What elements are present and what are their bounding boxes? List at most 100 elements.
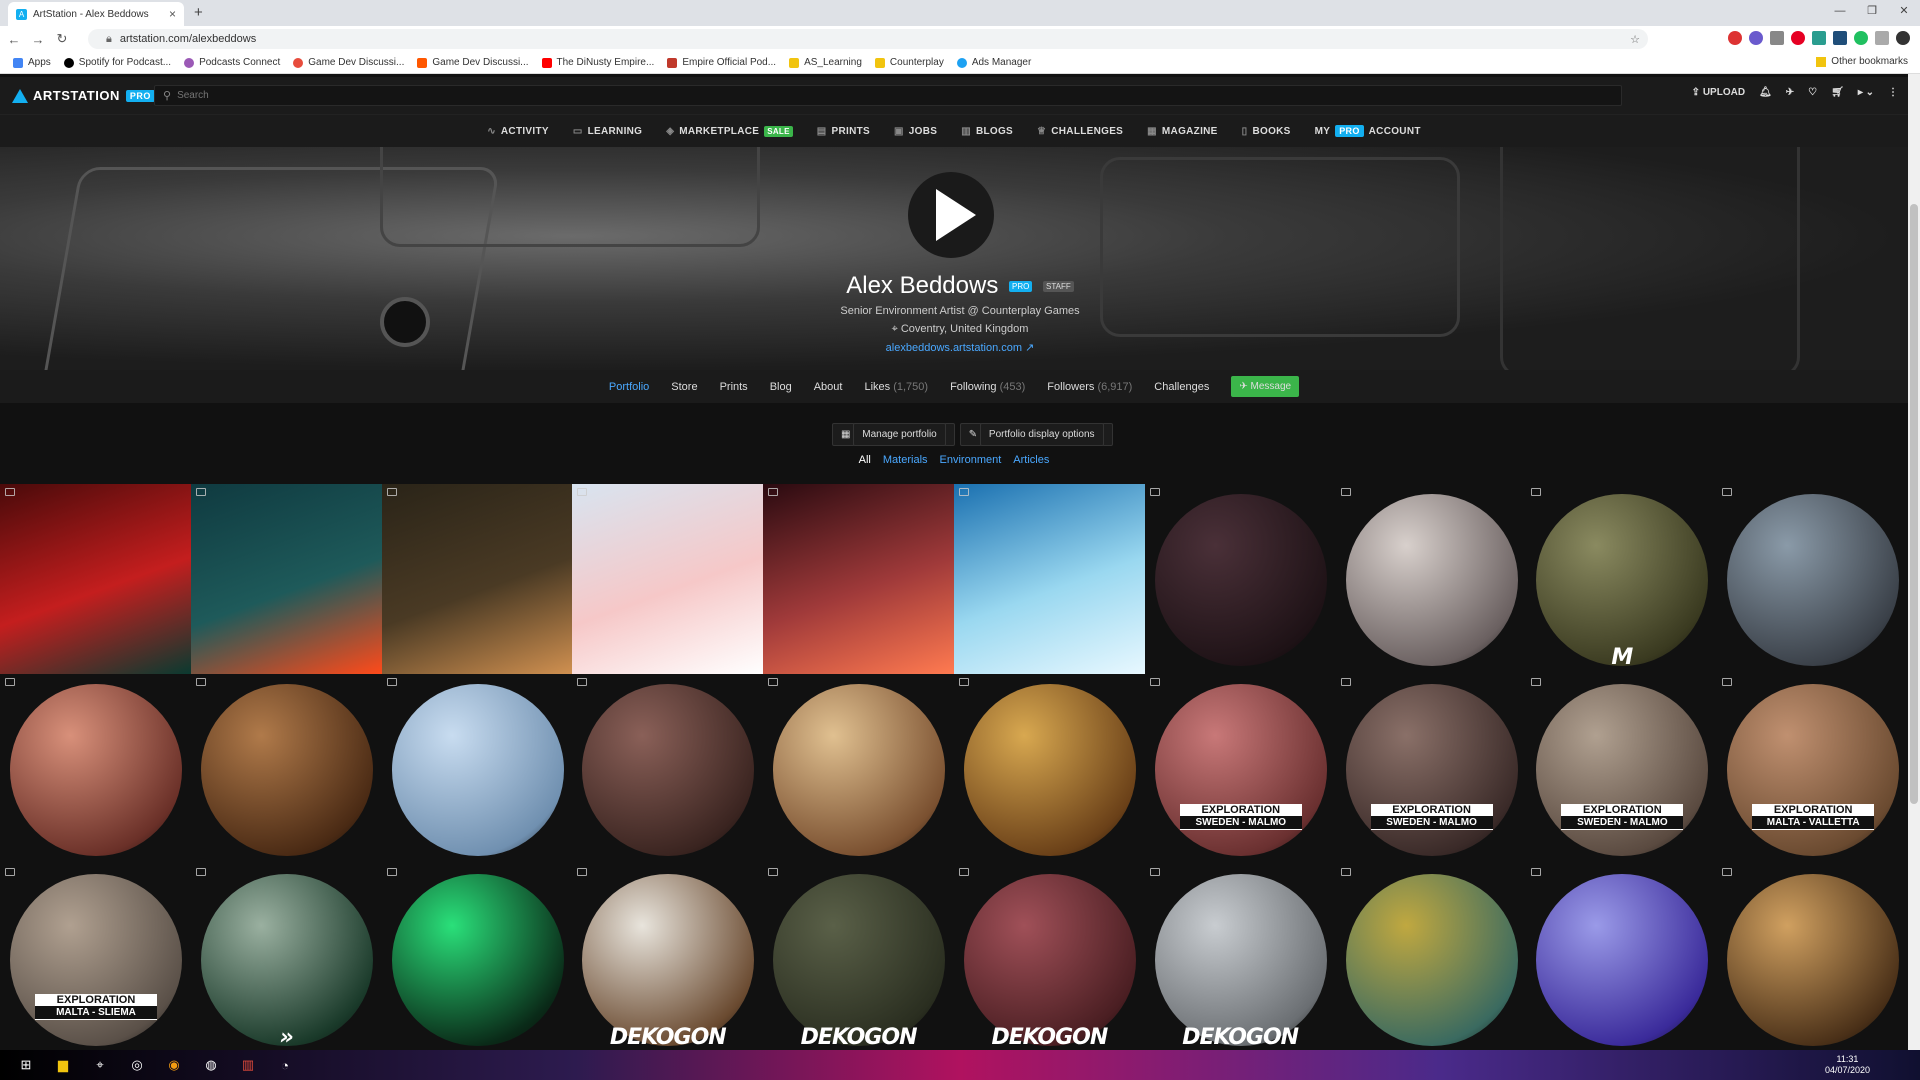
portfolio-tile[interactable]: DEKOGON bbox=[572, 864, 764, 1054]
bookmark-star-icon[interactable]: ☆ bbox=[1630, 33, 1640, 46]
tab-followers[interactable]: Followers (6,917) bbox=[1047, 381, 1132, 393]
menu-jobs[interactable]: ▣ JOBS bbox=[894, 126, 937, 137]
portfolio-display-options-button[interactable]: ✎ Portfolio display options bbox=[959, 423, 1113, 446]
search-box[interactable]: ⚲ bbox=[154, 85, 1622, 106]
extension-icon[interactable] bbox=[1812, 31, 1826, 45]
app-icon[interactable]: ▥ bbox=[237, 1056, 259, 1074]
bookmark-apps[interactable]: Apps bbox=[13, 57, 51, 68]
portfolio-tile[interactable]: EXPLORATION MALTA - SLIEMA bbox=[0, 864, 191, 1054]
bookmark-item[interactable]: Podcasts Connect bbox=[184, 57, 280, 68]
filter-all[interactable]: All bbox=[859, 454, 871, 466]
tab-challenges[interactable]: Challenges bbox=[1154, 381, 1209, 393]
menu-learning[interactable]: ▭ LEARNING bbox=[573, 126, 642, 137]
file-explorer-icon[interactable]: ▆ bbox=[52, 1056, 74, 1074]
portfolio-tile[interactable] bbox=[1526, 864, 1718, 1054]
scrollbar-thumb[interactable] bbox=[1910, 204, 1918, 804]
portfolio-tile[interactable]: EXPLORATION SWEDEN - MALMO bbox=[1526, 674, 1718, 864]
tab-blog[interactable]: Blog bbox=[770, 381, 792, 393]
portfolio-tile[interactable]: EXPLORATION SWEDEN - MALMO bbox=[1335, 674, 1527, 864]
close-window-icon[interactable]: ✕ bbox=[1888, 0, 1920, 24]
portfolio-tile[interactable] bbox=[0, 484, 191, 674]
filter-articles[interactable]: Articles bbox=[1013, 454, 1049, 466]
portfolio-tile[interactable] bbox=[1144, 484, 1336, 674]
extension-icon[interactable] bbox=[1749, 31, 1763, 45]
bookmark-item[interactable]: Empire Official Pod... bbox=[667, 57, 776, 68]
maximize-icon[interactable]: ❐ bbox=[1856, 0, 1888, 24]
paper-plane-icon[interactable]: ✈︎ bbox=[1786, 87, 1794, 98]
reload-icon[interactable]: ↻ bbox=[52, 31, 72, 47]
portfolio-tile[interactable]: M bbox=[1526, 484, 1718, 674]
profile-avatar[interactable] bbox=[908, 172, 994, 258]
profile-website[interactable]: alexbeddows.artstation.com ↗ bbox=[0, 341, 1920, 354]
more-vertical-icon[interactable]: ⋮ bbox=[1888, 87, 1898, 98]
portfolio-tile[interactable] bbox=[0, 674, 191, 864]
back-icon[interactable]: ← bbox=[4, 32, 24, 47]
close-tab-icon[interactable]: × bbox=[169, 7, 176, 21]
windows-start-icon[interactable]: ⊞ bbox=[15, 1056, 37, 1074]
portfolio-tile[interactable] bbox=[763, 484, 954, 674]
portfolio-tile[interactable] bbox=[763, 674, 954, 864]
browser-tab[interactable]: A ArtStation - Alex Beddows × bbox=[8, 2, 184, 26]
bookmark-folder[interactable]: Counterplay bbox=[874, 57, 944, 68]
extension-icon[interactable] bbox=[1791, 31, 1805, 45]
portfolio-tile[interactable] bbox=[1717, 484, 1908, 674]
portfolio-tile[interactable] bbox=[1335, 484, 1527, 674]
bell-icon[interactable]: 🔔︎ bbox=[1759, 87, 1772, 98]
portfolio-tile[interactable] bbox=[953, 484, 1145, 674]
portfolio-tile[interactable] bbox=[953, 674, 1145, 864]
message-button[interactable]: ✈︎ Message bbox=[1231, 376, 1300, 397]
tab-portfolio[interactable]: Portfolio bbox=[609, 381, 649, 393]
menu-books[interactable]: ▯ BOOKS bbox=[1242, 126, 1291, 137]
maps-icon[interactable]: ⌖ bbox=[89, 1056, 111, 1074]
filter-materials[interactable]: Materials bbox=[883, 454, 928, 466]
menu-challenges[interactable]: ♕ CHALLENGES bbox=[1037, 126, 1123, 137]
app-icon[interactable]: ◔ bbox=[274, 1056, 296, 1074]
search-input[interactable] bbox=[177, 90, 578, 101]
page-scrollbar[interactable] bbox=[1908, 74, 1920, 1050]
bookmark-item[interactable]: Game Dev Discussi... bbox=[293, 57, 404, 68]
puzzle-icon[interactable] bbox=[1875, 31, 1889, 45]
heart-icon[interactable]: ♡ bbox=[1808, 87, 1817, 98]
other-bookmarks[interactable]: Other bookmarks bbox=[1816, 56, 1908, 67]
forward-icon[interactable]: → bbox=[28, 32, 48, 47]
portfolio-tile[interactable]: DEKOGON bbox=[763, 864, 954, 1054]
url-field[interactable]: 🔒︎ artstation.com/alexbeddows ☆ bbox=[88, 29, 1648, 49]
chrome-icon[interactable]: ◎ bbox=[126, 1056, 148, 1074]
tab-prints[interactable]: Prints bbox=[720, 381, 748, 393]
cart-icon[interactable]: 🛒︎ bbox=[1831, 87, 1844, 98]
bookmark-item[interactable]: Game Dev Discussi... bbox=[417, 57, 529, 68]
portfolio-tile[interactable] bbox=[572, 674, 764, 864]
extension-icon[interactable] bbox=[1854, 31, 1868, 45]
bookmark-item[interactable]: Spotify for Podcast... bbox=[63, 57, 171, 68]
portfolio-tile[interactable] bbox=[1335, 864, 1527, 1054]
extension-icon[interactable] bbox=[1770, 31, 1784, 45]
filter-environment[interactable]: Environment bbox=[940, 454, 1002, 466]
menu-activity[interactable]: ∿ ACTIVITY bbox=[487, 126, 549, 137]
portfolio-tile[interactable]: » bbox=[190, 864, 382, 1054]
tab-store[interactable]: Store bbox=[671, 381, 697, 393]
menu-magazine[interactable]: ▦ MAGAZINE bbox=[1147, 126, 1217, 137]
menu-blogs[interactable]: ▥ BLOGS bbox=[961, 126, 1013, 137]
portfolio-tile[interactable] bbox=[381, 674, 573, 864]
artstation-logo[interactable]: ARTSTATION PRO bbox=[12, 88, 155, 103]
app-icon[interactable]: ◍ bbox=[200, 1056, 222, 1074]
portfolio-tile[interactable]: DEKOGON bbox=[1144, 864, 1336, 1054]
bookmark-item[interactable]: The DiNusty Empire... bbox=[541, 57, 654, 68]
profile-avatar[interactable] bbox=[1896, 31, 1910, 45]
portfolio-tile[interactable] bbox=[1717, 864, 1908, 1054]
portfolio-tile[interactable] bbox=[381, 484, 573, 674]
portfolio-tile[interactable] bbox=[190, 484, 382, 674]
minimize-icon[interactable]: — bbox=[1824, 0, 1856, 24]
menu-prints[interactable]: ▤ PRINTS bbox=[817, 126, 870, 137]
tab-following[interactable]: Following (453) bbox=[950, 381, 1025, 393]
system-clock[interactable]: 11:31 04/07/2020 bbox=[1825, 1054, 1870, 1076]
menu-my-account[interactable]: MY PRO ACCOUNT bbox=[1315, 125, 1421, 137]
upload-button[interactable]: ⇪ UPLOAD bbox=[1692, 87, 1745, 98]
manage-portfolio-button[interactable]: ▦ Manage portfolio bbox=[832, 423, 955, 446]
menu-marketplace[interactable]: ◈ MARKETPLACE SALE bbox=[666, 125, 793, 137]
portfolio-tile[interactable]: EXPLORATION SWEDEN - MALMO bbox=[1144, 674, 1336, 864]
new-tab-icon[interactable]: + bbox=[194, 4, 203, 21]
portfolio-tile[interactable] bbox=[190, 674, 382, 864]
portfolio-tile[interactable] bbox=[572, 484, 764, 674]
tab-likes[interactable]: Likes (1,750) bbox=[864, 381, 928, 393]
